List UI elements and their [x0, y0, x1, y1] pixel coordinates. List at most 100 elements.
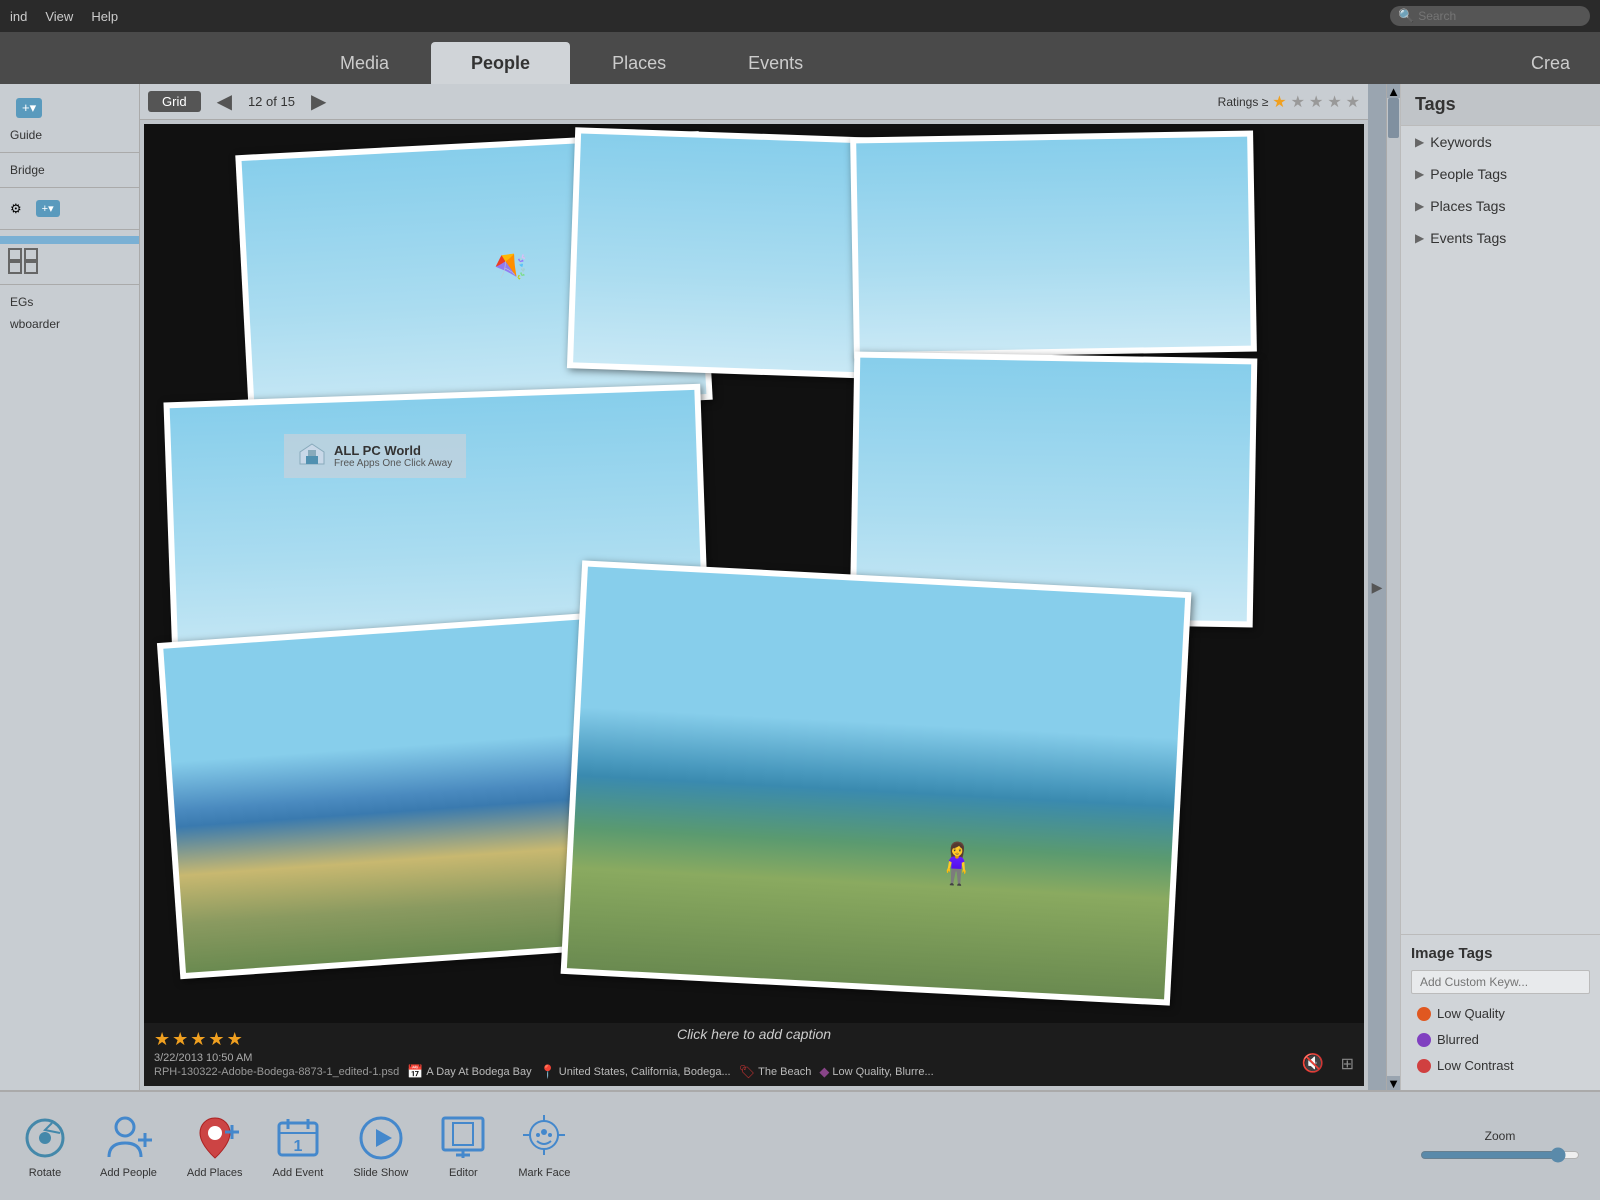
add-btn2[interactable]: +▾ [36, 200, 60, 217]
location-icon: 📍 [540, 1064, 556, 1080]
tag-dot-red [1417, 1059, 1431, 1073]
svg-text:1: 1 [293, 1138, 302, 1155]
meta-location: 📅 A Day At Bodega Bay [407, 1064, 531, 1080]
zoom-slider[interactable] [1420, 1147, 1580, 1163]
prev-arrow[interactable]: ◀ [209, 89, 240, 114]
search-icon: 🔍 [1398, 8, 1414, 24]
eg-label: EGs [0, 291, 139, 313]
custom-keyword-input[interactable] [1411, 970, 1590, 994]
rating-star-1[interactable]: ★ [154, 1029, 170, 1050]
editor-button[interactable]: Editor [438, 1113, 488, 1179]
zoom-area: Zoom [1420, 1129, 1580, 1163]
tag-people-label: People Tags [1430, 166, 1507, 182]
add-event-button[interactable]: 1 Add Event [273, 1113, 324, 1179]
watermark: ALL PC World Free Apps One Click Away [284, 434, 466, 478]
right-sidebar: Tags ▶ Keywords ▶ People Tags ▶ Places T… [1400, 84, 1600, 1090]
grid-button[interactable]: Grid [148, 91, 201, 112]
menu-ind[interactable]: ind [10, 9, 27, 24]
scrollbar[interactable]: ▲ ▼ [1386, 84, 1400, 1090]
tag-arrow-4: ▶ [1415, 231, 1424, 245]
sound-icon[interactable]: 🔇 [1302, 1053, 1324, 1074]
star4[interactable]: ★ [1327, 92, 1341, 112]
expand-panel-button[interactable]: ▶ [1368, 84, 1386, 1090]
tab-people[interactable]: People [431, 42, 570, 84]
tag-blurred: Blurred [1411, 1028, 1590, 1051]
add-people-label: Add People [100, 1167, 157, 1179]
watermark-subtitle: Free Apps One Click Away [334, 458, 452, 469]
tag-arrow-2: ▶ [1415, 167, 1424, 181]
tag-arrow-3: ▶ [1415, 199, 1424, 213]
divider4 [0, 284, 139, 285]
slideshow-icon [356, 1113, 406, 1163]
expand-icon[interactable]: ⊞ [1341, 1054, 1354, 1074]
photo-meta-datetime: 3/22/2013 10:50 AM [154, 1052, 1354, 1064]
add-places-icon [190, 1113, 240, 1163]
star5[interactable]: ★ [1346, 92, 1360, 112]
star3[interactable]: ★ [1309, 92, 1323, 112]
add-places-button[interactable]: Add Places [187, 1113, 243, 1179]
star1[interactable]: ★ [1272, 92, 1286, 112]
search-box[interactable]: 🔍 [1390, 6, 1590, 26]
tags-header: Tags [1401, 84, 1600, 126]
sidebar-highlight[interactable] [0, 236, 139, 244]
add-event-label: Add Event [273, 1167, 324, 1179]
meta-tag2: ◆ Low Quality, Blurre... [819, 1064, 933, 1080]
ratings-area: Ratings ≥ ★ ★ ★ ★ ★ [1218, 92, 1360, 112]
page-count: 12 of 15 [248, 94, 295, 109]
tag-low-quality: Low Quality [1411, 1002, 1590, 1025]
menu-view[interactable]: View [45, 9, 73, 24]
tag1-icon: 🏷 [739, 1064, 756, 1080]
mark-face-button[interactable]: Mark Face [518, 1113, 570, 1179]
bottom-toolbar: Rotate Add People Add Places [0, 1090, 1600, 1200]
editor-label: Editor [449, 1167, 478, 1179]
rating-star-3[interactable]: ★ [190, 1029, 206, 1050]
tab-events[interactable]: Events [708, 42, 843, 84]
tag-places-label: Places Tags [1430, 198, 1505, 214]
add-button[interactable]: +▾ [16, 98, 42, 118]
tag-keywords-label: Keywords [1430, 134, 1491, 150]
tag-places[interactable]: ▶ Places Tags [1401, 190, 1600, 222]
rotate-label: Rotate [29, 1167, 61, 1179]
zoom-slider-wrap [1420, 1147, 1580, 1163]
rotate-button[interactable]: Rotate [20, 1113, 70, 1179]
image-tags-title: Image Tags [1411, 945, 1590, 962]
gear-icon[interactable]: ⚙ [10, 201, 22, 217]
ratings-label: Ratings ≥ [1218, 95, 1269, 109]
tab-places[interactable]: Places [572, 42, 706, 84]
next-arrow[interactable]: ▶ [303, 89, 334, 114]
search-input[interactable] [1418, 9, 1578, 23]
menu-help[interactable]: Help [91, 9, 118, 24]
gear-row: ⚙ +▾ [0, 194, 139, 223]
image-display: 12 ⊞ ⊡ 🪁 [144, 124, 1364, 1086]
menu-bar: ind View Help 🔍 [0, 0, 1600, 32]
bridge-label: Bridge [0, 159, 139, 181]
zoom-label: Zoom [1485, 1129, 1516, 1143]
add-people-button[interactable]: Add People [100, 1113, 157, 1179]
rating-star-5[interactable]: ★ [227, 1029, 243, 1050]
mark-face-icon [519, 1113, 569, 1163]
tag-events[interactable]: ▶ Events Tags [1401, 222, 1600, 254]
add-places-label: Add Places [187, 1167, 243, 1179]
tag-people[interactable]: ▶ People Tags [1401, 158, 1600, 190]
tag-arrow-1: ▶ [1415, 135, 1424, 149]
watermark-title: ALL PC World [334, 443, 452, 458]
sidebar-icon-grid[interactable] [0, 244, 139, 278]
toolbar-row: Grid ◀ 12 of 15 ▶ Ratings ≥ ★ ★ ★ ★ ★ [140, 84, 1368, 120]
photo-card-3 [850, 130, 1256, 358]
caption-text[interactable]: Click here to add caption [677, 1026, 831, 1042]
tag-keywords[interactable]: ▶ Keywords [1401, 126, 1600, 158]
rotate-icon [20, 1113, 70, 1163]
slideshow-label: Slide Show [353, 1167, 408, 1179]
star2[interactable]: ★ [1291, 92, 1305, 112]
tab-create[interactable]: Crea [1511, 42, 1590, 84]
rating-star-2[interactable]: ★ [172, 1029, 188, 1050]
meta-country: 📍 United States, California, Bodega... [540, 1064, 731, 1080]
tab-media[interactable]: Media [300, 42, 429, 84]
rating-star-4[interactable]: ★ [208, 1029, 224, 1050]
divider1 [0, 152, 139, 153]
main-layout: +▾ Guide Bridge ⚙ +▾ EGs wboarder Grid ◀ [0, 84, 1600, 1090]
wboarder-label: wboarder [0, 313, 139, 335]
slideshow-button[interactable]: Slide Show [353, 1113, 408, 1179]
image-tags-section: Image Tags Low Quality Blurred Low Contr… [1401, 934, 1600, 1090]
photo-filename: RPH-130322-Adobe-Bodega-8873-1_edited-1.… [154, 1066, 399, 1078]
